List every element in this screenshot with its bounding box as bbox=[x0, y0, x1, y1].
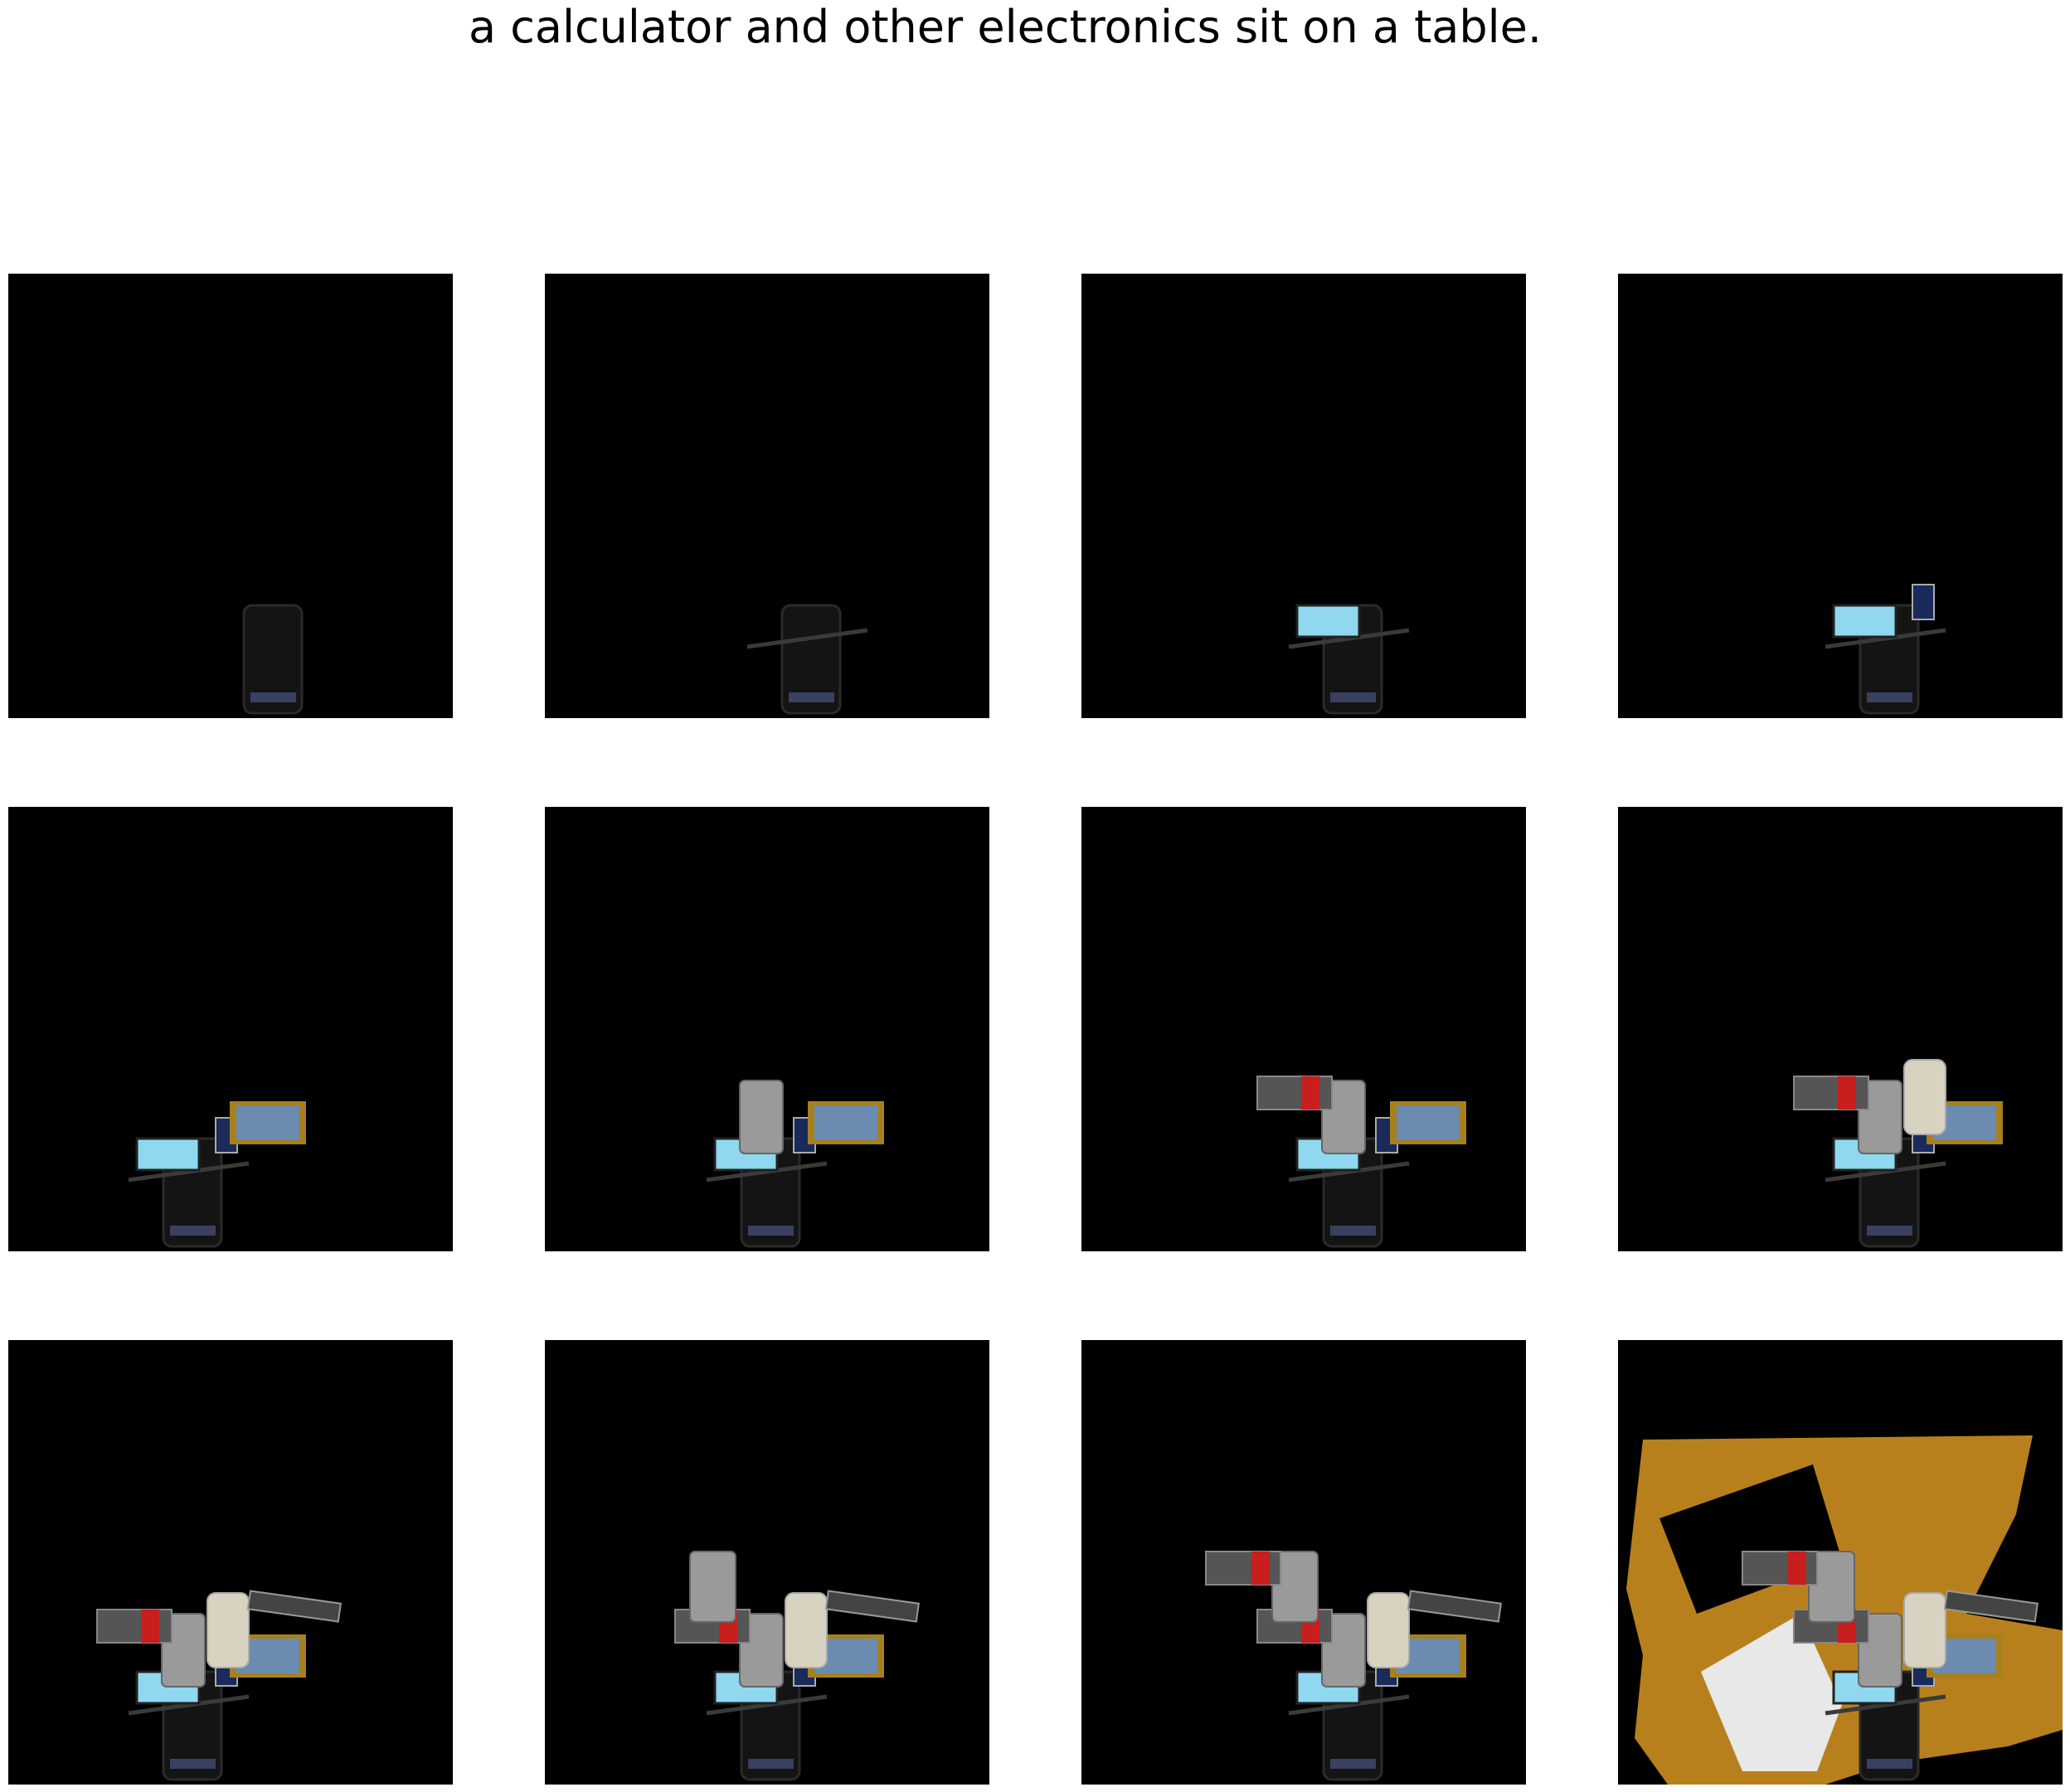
image-panel-5 bbox=[8, 807, 453, 1251]
remote bbox=[246, 1590, 342, 1623]
phone-red bbox=[1793, 1076, 1869, 1110]
laptop-screen bbox=[1832, 604, 1898, 639]
phone-red bbox=[1256, 1076, 1333, 1110]
image-panel-12 bbox=[1618, 1340, 2063, 1785]
calculator-silver-2 bbox=[689, 1551, 736, 1623]
phone-white bbox=[1903, 1592, 1946, 1668]
figure-caption: a calculator and other electronics sit o… bbox=[468, 1, 1543, 53]
calculator-silver bbox=[739, 1080, 784, 1154]
laptop-screen bbox=[135, 1137, 201, 1172]
phone-white bbox=[207, 1592, 250, 1668]
remote bbox=[1407, 1590, 1502, 1623]
phone-white bbox=[785, 1592, 828, 1668]
image-panel-4 bbox=[1618, 274, 2063, 718]
image-panel-8 bbox=[1618, 807, 2063, 1251]
image-panel-1 bbox=[8, 274, 453, 718]
image-panel-3 bbox=[1081, 274, 1526, 718]
image-panel-6 bbox=[545, 807, 989, 1251]
phone-white bbox=[1367, 1592, 1410, 1668]
image-panel-11 bbox=[1081, 1340, 1526, 1785]
phone-red bbox=[96, 1609, 172, 1644]
image-panel-2 bbox=[545, 274, 989, 718]
remote bbox=[824, 1590, 920, 1623]
image-panel-7 bbox=[1081, 807, 1526, 1251]
image-panel-10 bbox=[545, 1340, 989, 1785]
image-panel-9 bbox=[8, 1340, 453, 1785]
laptop-screen bbox=[1295, 604, 1361, 639]
small-phone bbox=[1912, 584, 1935, 620]
phone-white bbox=[1903, 1059, 1946, 1135]
